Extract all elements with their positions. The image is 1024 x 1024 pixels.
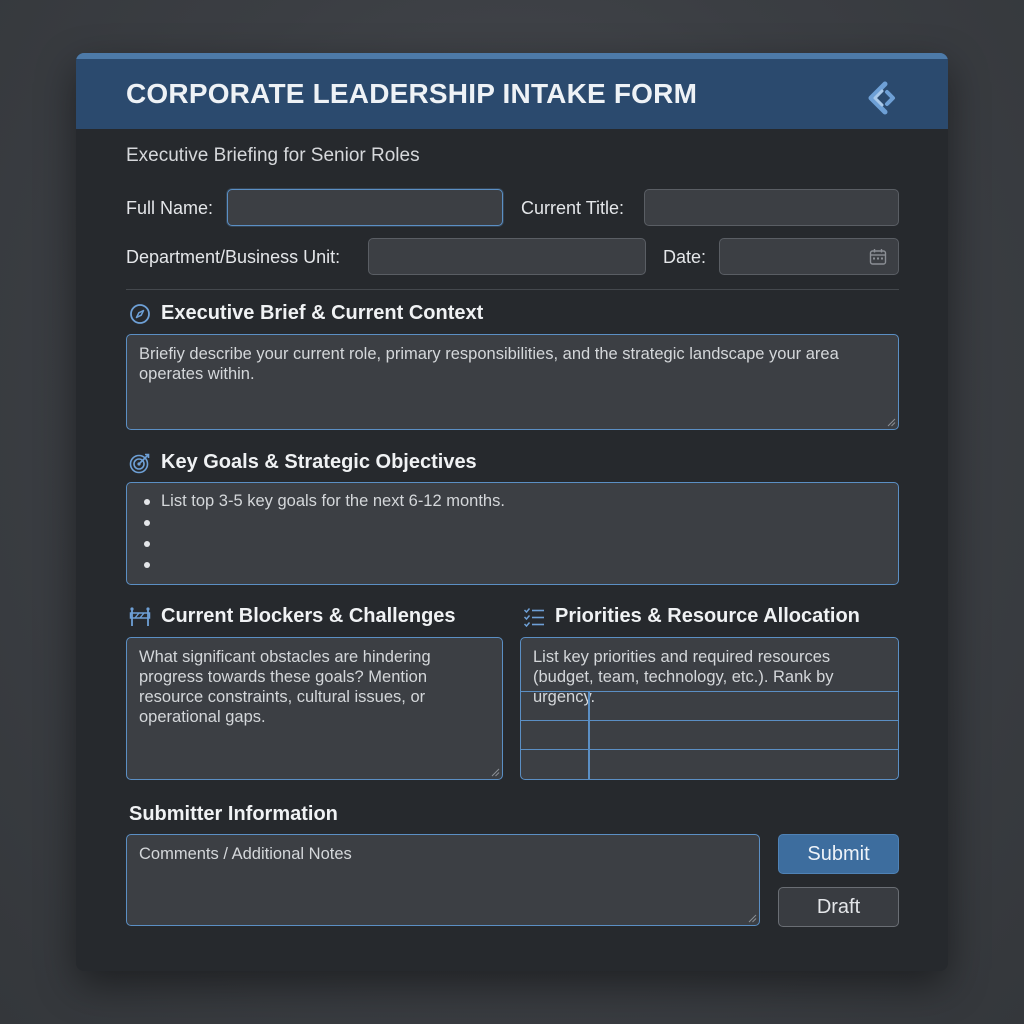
brief-placeholder: Briefiy describe your current role, prim… bbox=[139, 345, 839, 383]
calendar-icon[interactable] bbox=[869, 248, 887, 266]
header-divider bbox=[126, 289, 899, 290]
priorities-table[interactable]: List key priorities and required resourc… bbox=[520, 637, 899, 780]
checklist-icon bbox=[523, 607, 544, 627]
brand-logo-icon bbox=[868, 81, 895, 115]
comments-placeholder: Comments / Additional Notes bbox=[139, 845, 352, 863]
form-header: CORPORATE LEADERSHIP INTAKE FORM bbox=[76, 53, 948, 129]
table-row[interactable] bbox=[521, 720, 898, 749]
resize-handle-icon[interactable] bbox=[887, 418, 896, 427]
form-title: CORPORATE LEADERSHIP INTAKE FORM bbox=[126, 78, 698, 109]
table-row[interactable] bbox=[521, 749, 898, 779]
goal-bullet bbox=[139, 533, 886, 554]
current-title-label: Current Title: bbox=[521, 198, 625, 218]
priorities-section-title: Priorities & Resource Allocation bbox=[523, 605, 860, 628]
target-icon bbox=[129, 453, 150, 473]
full-name-field[interactable] bbox=[227, 189, 503, 226]
intake-form-card: CORPORATE LEADERSHIP INTAKE FORM Executi… bbox=[76, 53, 948, 971]
goals-section-title: Key Goals & Strategic Objectives bbox=[129, 451, 477, 474]
barrier-icon bbox=[129, 606, 151, 626]
submitter-section-title: Submitter Information bbox=[129, 803, 338, 825]
current-title-field[interactable] bbox=[644, 189, 899, 226]
form-subtitle: Executive Briefing for Senior Roles bbox=[126, 145, 420, 166]
brief-textarea[interactable]: Briefiy describe your current role, prim… bbox=[126, 334, 899, 430]
priorities-section-label: Priorities & Resource Allocation bbox=[555, 605, 860, 627]
table-row[interactable] bbox=[521, 691, 898, 720]
goal-bullet bbox=[139, 512, 886, 533]
date-field[interactable] bbox=[719, 238, 899, 275]
goal-bullet: List top 3-5 key goals for the next 6-12… bbox=[139, 491, 886, 512]
brief-section-label: Executive Brief & Current Context bbox=[161, 302, 484, 324]
draft-button[interactable]: Draft bbox=[778, 887, 899, 927]
blockers-placeholder: What significant obstacles are hindering… bbox=[139, 648, 431, 726]
blockers-section-title: Current Blockers & Challenges bbox=[129, 605, 456, 628]
goals-bullet-list: List top 3-5 key goals for the next 6-12… bbox=[139, 491, 886, 575]
resize-handle-icon[interactable] bbox=[491, 768, 500, 777]
blockers-textarea[interactable]: What significant obstacles are hindering… bbox=[126, 637, 503, 780]
goal-bullet bbox=[139, 554, 886, 575]
resize-handle-icon[interactable] bbox=[748, 914, 757, 923]
comments-textarea[interactable]: Comments / Additional Notes bbox=[126, 834, 760, 926]
submit-button[interactable]: Submit bbox=[778, 834, 899, 874]
brief-section-title: Executive Brief & Current Context bbox=[129, 302, 483, 325]
compass-icon bbox=[130, 303, 150, 324]
full-name-label: Full Name: bbox=[126, 198, 214, 218]
goals-section-label: Key Goals & Strategic Objectives bbox=[161, 451, 477, 473]
blockers-section-label: Current Blockers & Challenges bbox=[161, 605, 456, 627]
priorities-grid bbox=[521, 691, 898, 779]
goals-textarea[interactable]: List top 3-5 key goals for the next 6-12… bbox=[126, 482, 899, 585]
date-label: Date: bbox=[663, 247, 707, 267]
department-field[interactable] bbox=[368, 238, 646, 275]
department-label: Department/Business Unit: bbox=[126, 247, 341, 267]
